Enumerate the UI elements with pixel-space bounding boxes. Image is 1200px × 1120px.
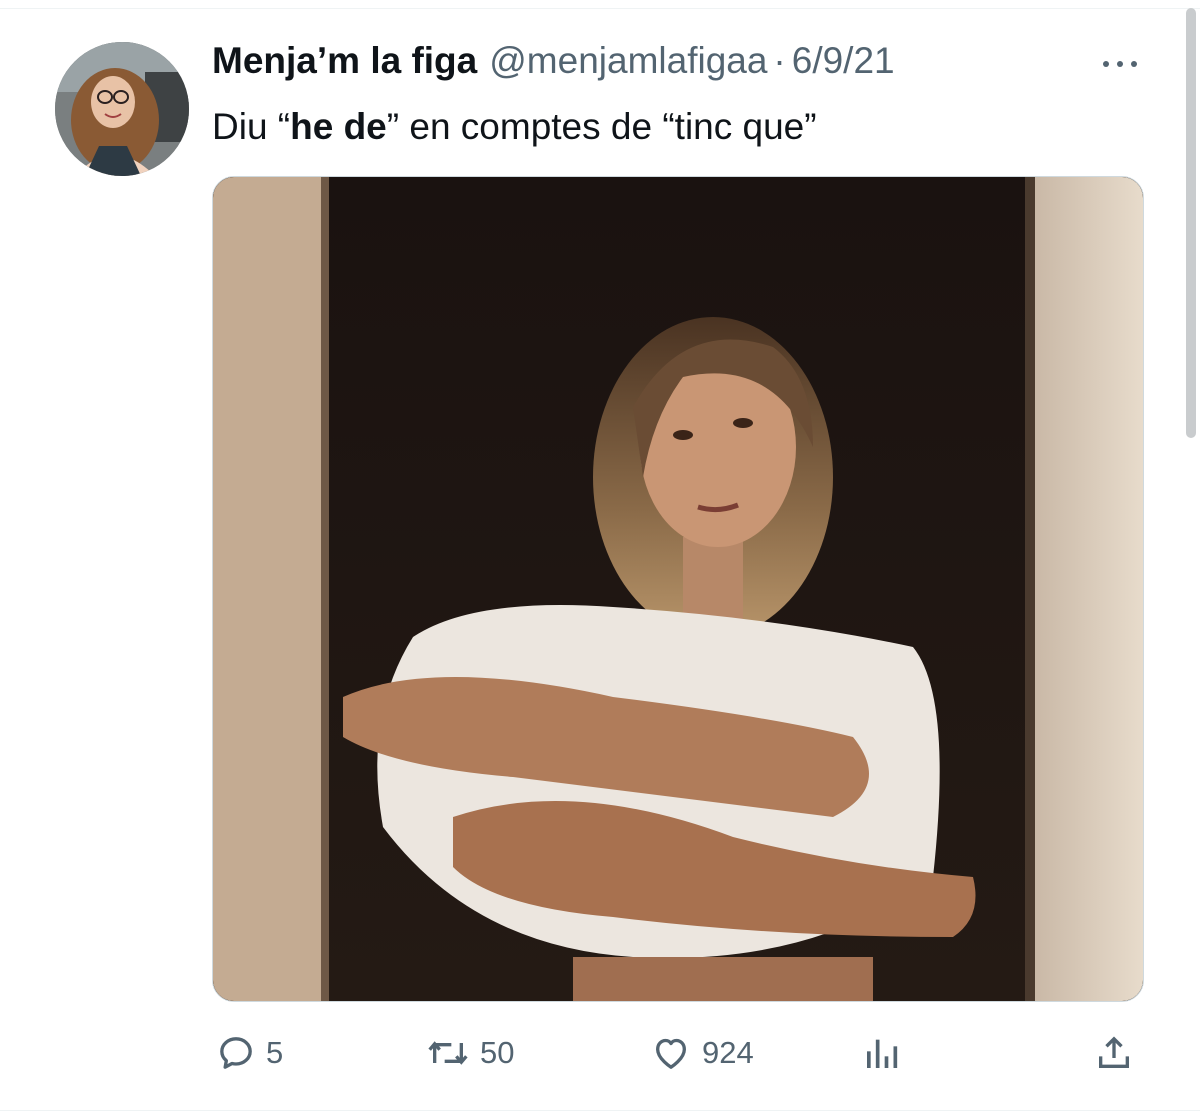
bottom-divider: [0, 1110, 1200, 1111]
top-divider: [0, 8, 1200, 9]
avatar[interactable]: [55, 42, 189, 176]
scrollbar[interactable]: [1186, 8, 1196, 438]
share-button[interactable]: [1094, 1030, 1134, 1076]
tweet-action-bar: 5 50 924: [212, 1030, 1144, 1076]
photo-image: [213, 177, 1143, 1001]
heart-icon: [656, 1038, 686, 1069]
user-handle[interactable]: @menjamlafigaa: [489, 40, 767, 82]
tweet-text-bold: he de: [290, 106, 387, 147]
tweet-date[interactable]: 6/9/21: [792, 40, 895, 82]
display-name[interactable]: Menja’m la figa: [212, 40, 477, 82]
share-upload-icon: [1099, 1036, 1129, 1068]
like-button[interactable]: 924: [650, 1030, 754, 1076]
retweet-count: 50: [480, 1035, 515, 1070]
reply-button[interactable]: 5: [216, 1030, 283, 1076]
bar-chart-icon: [867, 1039, 898, 1068]
like-count: 924: [702, 1035, 754, 1070]
tweet-text: Diu “he de” en comptes de “tinc que”: [212, 104, 817, 150]
views-button[interactable]: [862, 1030, 902, 1076]
retweet-arrows-icon: [428, 1041, 468, 1065]
retweet-button[interactable]: 50: [426, 1030, 514, 1076]
more-dots-icon: [1103, 61, 1137, 67]
more-button[interactable]: [1098, 52, 1142, 76]
reply-count: 5: [266, 1035, 284, 1070]
tweet-header: Menja’m la figa @menjamlafigaa · 6/9/21: [212, 40, 895, 90]
tweet-text-part1: Diu “: [212, 106, 291, 147]
separator-dot: ·: [773, 40, 786, 81]
avatar-image: [55, 42, 189, 176]
tweet-media-photo[interactable]: [212, 176, 1144, 1002]
reply-bubble-icon: [220, 1037, 252, 1069]
tweet-text-part2: ” en comptes de “tinc que”: [386, 106, 817, 147]
